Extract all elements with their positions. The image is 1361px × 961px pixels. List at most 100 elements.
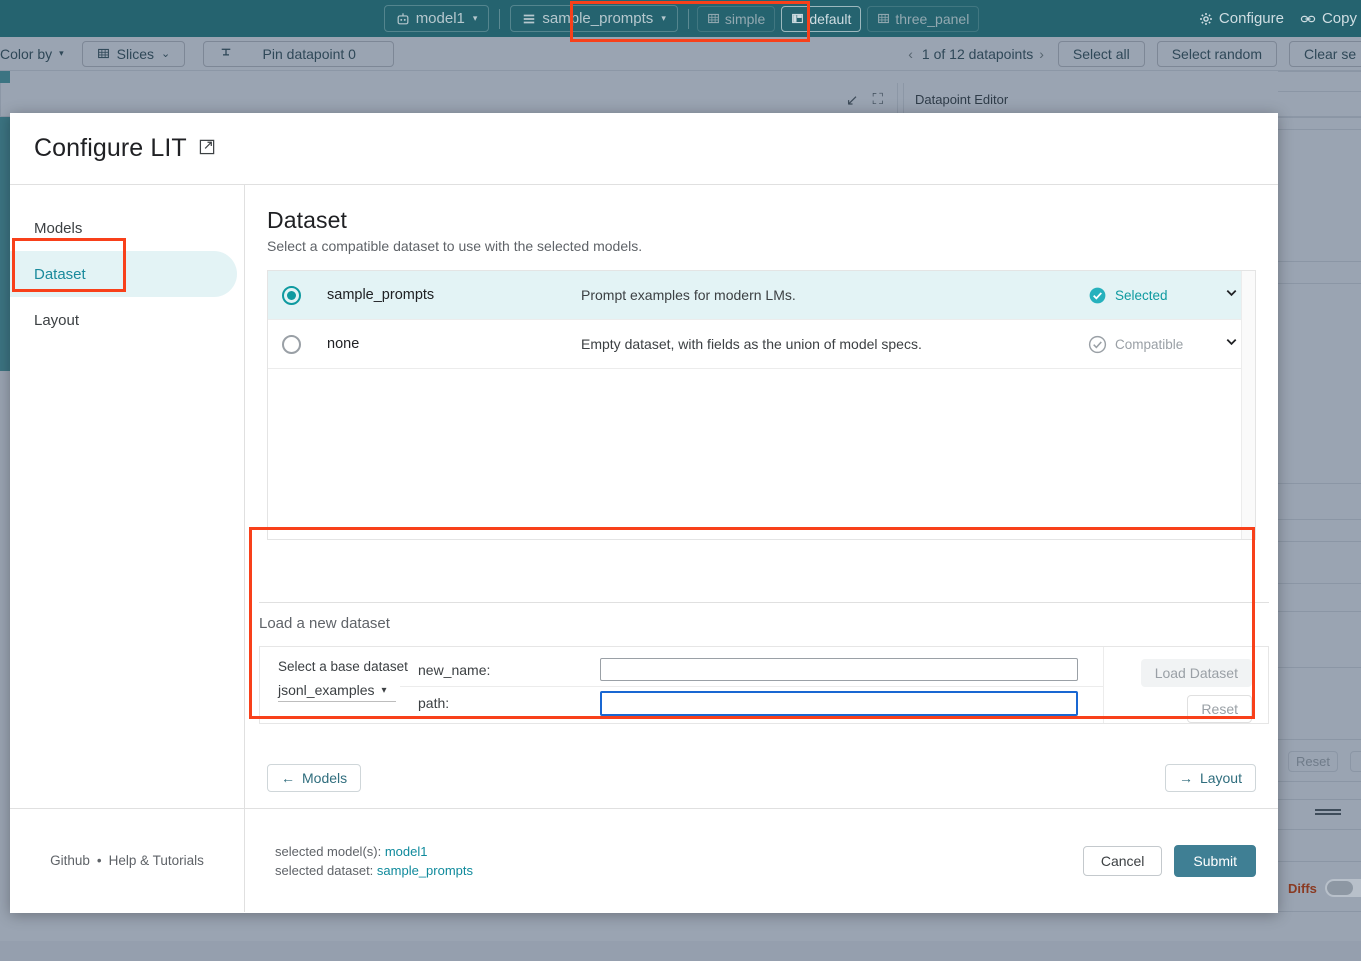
load-new-dataset-section: Load a new dataset Select a base dataset… <box>259 602 1269 722</box>
background-extra-button[interactable] <box>1350 751 1361 772</box>
background-reset-button[interactable]: Reset <box>1288 751 1338 772</box>
chevron-down-icon[interactable] <box>1224 285 1239 305</box>
table-row[interactable]: none Empty dataset, with fields as the u… <box>268 320 1255 369</box>
pin-icon <box>220 47 232 61</box>
diffs-toggle[interactable] <box>1325 879 1361 897</box>
slices-icon <box>97 47 110 60</box>
datapoint-counter: 1 of 12 datapoints <box>916 46 1039 62</box>
submit-button[interactable]: Submit <box>1174 845 1256 877</box>
prev-models-button[interactable]: ← Models <box>267 764 361 792</box>
top-bar-center-group: model1 ▾ sample_prompts ▾ <box>0 0 1361 37</box>
tab-three-panel[interactable]: three_panel <box>867 6 979 32</box>
tab-default[interactable]: default <box>781 6 861 32</box>
next-layout-button[interactable]: → Layout <box>1165 764 1256 792</box>
section-heading: Dataset <box>267 207 1256 234</box>
selected-models-value: model1 <box>385 844 428 859</box>
footer-main: selected model(s): model1 selected datas… <box>245 842 1278 880</box>
slices-label: Slices <box>117 46 154 62</box>
selected-models-label: selected model(s): <box>275 844 381 859</box>
chevron-down-icon: ▾ <box>382 685 387 696</box>
load-section-title: Load a new dataset <box>259 603 1269 632</box>
diffs-toggle-row[interactable]: Diffs <box>1288 879 1361 897</box>
field-label: new_name: <box>400 662 600 678</box>
dataset-radio-none[interactable] <box>282 335 301 354</box>
drag-handle-icon[interactable] <box>1315 809 1341 816</box>
minimize-icon[interactable]: ↙ <box>846 91 859 109</box>
modal-header: Configure LIT <box>10 113 1278 184</box>
tab-default-label: default <box>809 11 851 27</box>
footer-links: Github • Help & Tutorials <box>10 809 245 912</box>
arrow-left-icon: ← <box>281 770 295 786</box>
toolbar-left-group: Color by ▾ Slices ⌄ <box>0 41 400 67</box>
dataset-description: Prompt examples for modern LMs. <box>581 287 1088 303</box>
wizard-nav: ← Models → Layout <box>267 764 1256 792</box>
slices-button[interactable]: Slices ⌄ <box>82 41 186 67</box>
top-bar-divider <box>499 9 500 29</box>
color-by-label: Color by <box>0 46 52 62</box>
next-layout-label: Layout <box>1200 770 1242 786</box>
fullscreen-icon[interactable]: ⛶ <box>872 91 883 108</box>
status-label: Selected <box>1115 288 1168 303</box>
chevron-down-icon[interactable] <box>1224 334 1239 354</box>
select-random-button[interactable]: Select random <box>1157 41 1277 67</box>
dataset-list-scrollbar[interactable] <box>1241 271 1255 539</box>
model-selector-label: model1 <box>416 10 465 27</box>
arrow-right-icon: → <box>1179 770 1193 786</box>
status-badge: Compatible <box>1088 335 1208 354</box>
copy-link-button[interactable]: Copy <box>1300 10 1357 27</box>
status-badge: Selected <box>1088 286 1208 305</box>
datapoint-editor-title: Datapoint Editor <box>915 92 1008 107</box>
table-row[interactable]: sample_prompts Prompt examples for moder… <box>268 271 1255 320</box>
grid-icon <box>707 12 720 25</box>
new-name-input[interactable] <box>600 658 1078 681</box>
load-form-fields: new_name: path: <box>400 647 1103 723</box>
tab-simple-label: simple <box>725 11 765 27</box>
chevron-down-icon: ▾ <box>661 13 666 24</box>
modal-body: Models Dataset Layout Dataset Select a c… <box>10 184 1278 808</box>
next-datapoint-icon[interactable]: › <box>1039 46 1052 62</box>
clear-selection-button[interactable]: Clear se <box>1289 41 1361 67</box>
configure-lit-modal: Configure LIT Models Dataset Layout <box>10 113 1278 913</box>
sidebar-item-layout[interactable]: Layout <box>10 297 244 343</box>
field-row-path: path: <box>400 686 1103 719</box>
help-tutorials-link[interactable]: Help & Tutorials <box>109 853 204 868</box>
dataset-selector[interactable]: sample_prompts ▾ <box>510 5 677 32</box>
configure-button[interactable]: Configure <box>1199 10 1284 27</box>
dataset-name: sample_prompts <box>301 287 581 303</box>
background-right-panel <box>1278 71 1361 961</box>
base-dataset-label: Select a base dataset <box>278 659 400 674</box>
path-input[interactable] <box>600 691 1078 716</box>
field-row-new-name: new_name: <box>400 653 1103 686</box>
selected-dataset-row: selected dataset: sample_prompts <box>275 861 473 880</box>
prev-models-label: Models <box>302 770 347 786</box>
color-by-selector[interactable]: Color by ▾ <box>0 46 64 62</box>
base-dataset-dropdown[interactable]: jsonl_examples ▾ <box>278 682 396 702</box>
copy-link-label: Copy <box>1322 10 1357 27</box>
dataset-name: none <box>301 336 581 352</box>
reset-button[interactable]: Reset <box>1187 695 1252 723</box>
top-bar: model1 ▾ sample_prompts ▾ <box>0 0 1361 37</box>
select-all-button[interactable]: Select all <box>1058 41 1145 67</box>
pin-datapoint-button[interactable]: Pin datapoint 0 <box>203 41 394 67</box>
top-bar-divider <box>688 9 689 29</box>
github-link[interactable]: Github <box>50 853 90 868</box>
modal-main: Dataset Select a compatible dataset to u… <box>245 185 1278 808</box>
prev-datapoint-icon[interactable]: ‹ <box>908 46 916 62</box>
external-link-icon[interactable] <box>199 138 216 160</box>
check-circle-outline-icon <box>1088 335 1107 354</box>
top-bar-actions: Configure Copy <box>1199 0 1361 37</box>
dataset-list: sample_prompts Prompt examples for moder… <box>267 270 1256 540</box>
cancel-button[interactable]: Cancel <box>1083 846 1163 876</box>
sidebar-item-models[interactable]: Models <box>10 205 244 251</box>
model-selector[interactable]: model1 ▾ <box>384 5 490 32</box>
load-dataset-button[interactable]: Load Dataset <box>1141 659 1252 687</box>
selected-dataset-label: selected dataset: <box>275 863 373 878</box>
base-dataset-value: jsonl_examples <box>278 682 375 698</box>
diffs-label: Diffs <box>1288 881 1317 896</box>
modal-footer: Github • Help & Tutorials selected model… <box>10 808 1278 912</box>
dataset-radio-sample-prompts[interactable] <box>282 286 301 305</box>
toolbar-right-group: ‹ 1 of 12 datapoints › Select all Select… <box>908 37 1361 71</box>
tab-simple[interactable]: simple <box>697 6 775 32</box>
sidebar-item-dataset[interactable]: Dataset <box>10 251 237 297</box>
load-form: Select a base dataset jsonl_examples ▾ n… <box>259 646 1269 724</box>
